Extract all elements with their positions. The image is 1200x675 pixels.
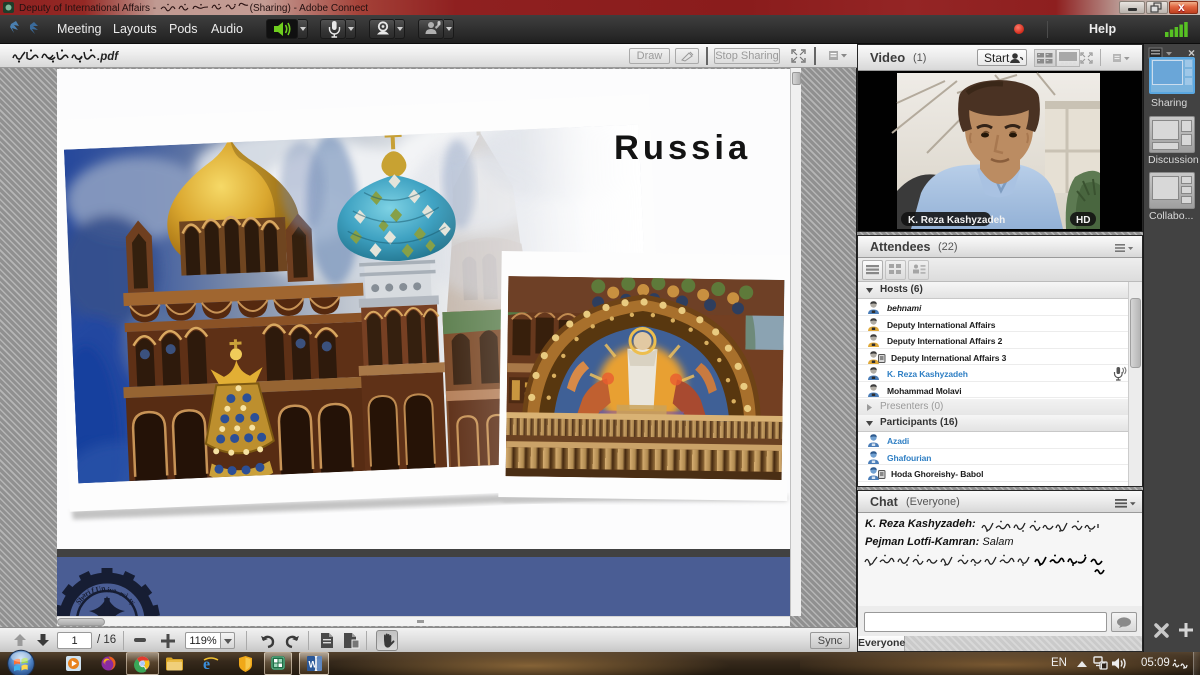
svg-text:ty: ty	[127, 596, 138, 607]
svg-text:Russia: Russia	[614, 129, 751, 167]
svg-text:ive: ive	[107, 585, 118, 595]
svg-text:.pdf: .pdf	[97, 51, 119, 63]
svg-text:K. Reza Kashyzadeh: K. Reza Kashyzadeh	[908, 215, 1005, 226]
svg-text:f Un: f Un	[91, 583, 107, 595]
svg-text:HD: HD	[1076, 215, 1090, 226]
